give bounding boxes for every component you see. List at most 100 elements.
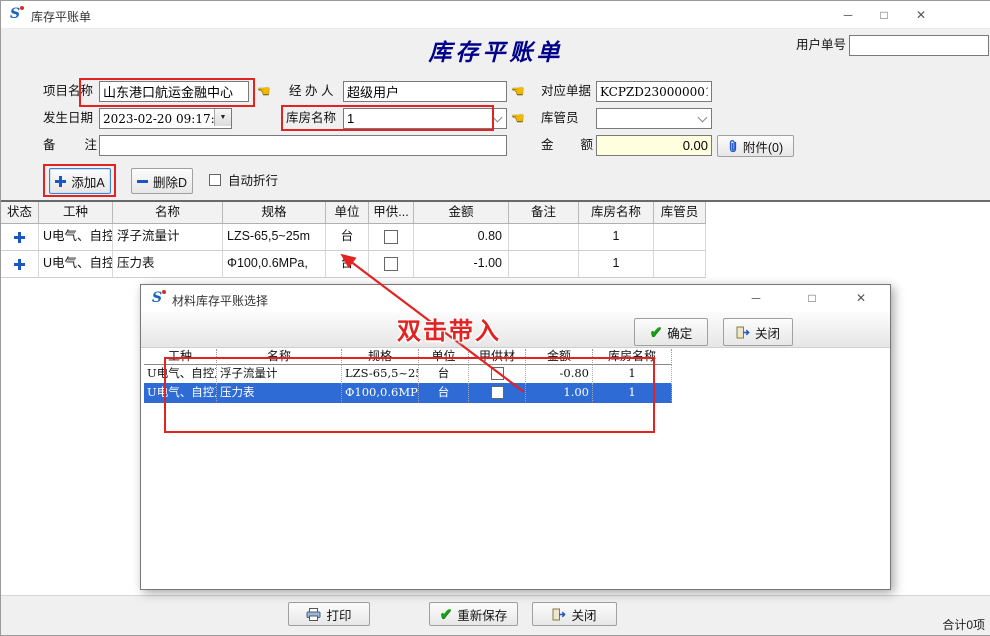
col-header-owner[interactable]: 甲供...: [369, 202, 414, 224]
plus-icon: [55, 176, 66, 187]
close-icon[interactable]: ✕: [906, 4, 936, 26]
dialog-col-header-owner[interactable]: 甲供材: [469, 349, 526, 365]
maximize-icon[interactable]: □: [869, 4, 899, 26]
dialog-row-cell[interactable]: -0.80: [526, 364, 593, 384]
dialog-owner-checkbox[interactable]: [469, 383, 526, 403]
table-row-cell[interactable]: [509, 224, 579, 251]
dialog-close-button[interactable]: 关闭: [723, 318, 793, 346]
dialog-col-header-spec[interactable]: 规格: [342, 349, 419, 365]
project-lookup-hand-icon[interactable]: ☚: [257, 83, 270, 101]
dialog-col-header-warehouse[interactable]: 库房名称: [593, 349, 672, 365]
dialog-row-cell[interactable]: 1.00: [526, 383, 593, 403]
date-picker[interactable]: ▼: [99, 108, 232, 129]
table-row-cell[interactable]: LZS-65,5~25m: [223, 224, 326, 251]
table-row-cell[interactable]: 1: [579, 251, 654, 278]
print-button-label: 打印: [326, 605, 351, 624]
table-row-cell[interactable]: U电气、自控: [39, 251, 113, 278]
amount-input[interactable]: [596, 135, 712, 156]
table-row-cell[interactable]: 浮子流量计: [113, 224, 223, 251]
dialog-row-cell[interactable]: Φ100,0.6MPa: [342, 383, 419, 403]
handler-label: 经 办 人: [289, 81, 333, 102]
main-table: 状态 工种 名称 规格 单位 甲供... 金额 备注 库房名称 库管员 U电气、…: [1, 202, 707, 278]
doc-input[interactable]: [596, 81, 712, 102]
dialog-row-cell[interactable]: 浮子流量计: [217, 364, 342, 384]
dialog-col-header-unit[interactable]: 单位: [419, 349, 469, 365]
col-header-warehouse[interactable]: 库房名称: [579, 202, 654, 224]
dialog-maximize-icon[interactable]: □: [797, 287, 827, 309]
table-row-cell[interactable]: 0.80: [414, 224, 509, 251]
handler-lookup-hand-icon[interactable]: ☚: [511, 83, 524, 101]
dialog-col-header-trade[interactable]: 工种: [144, 349, 217, 365]
table-row-cell[interactable]: 台: [326, 251, 369, 278]
date-input[interactable]: [99, 108, 232, 129]
dialog-row-cell[interactable]: U电气、自控及: [144, 383, 217, 403]
warehouse-input[interactable]: [343, 108, 507, 129]
dialog-row[interactable]: U电气、自控及 浮子流量计 LZS-65,5~25m: 台 -0.80 1: [144, 364, 672, 384]
remark-label: 备 注: [43, 135, 97, 156]
row-status-plus-icon: [1, 251, 39, 278]
close-button[interactable]: 关闭: [532, 602, 617, 626]
user-doc-label: 用户单号: [796, 35, 846, 56]
app-logo-icon: S: [10, 6, 20, 22]
print-button[interactable]: 打印: [288, 602, 370, 626]
dialog-row-cell[interactable]: U电气、自控及: [144, 364, 217, 384]
owner-checkbox[interactable]: [369, 224, 414, 251]
dialog-ok-label: 确定: [667, 323, 692, 342]
autowrap-checkbox[interactable]: [209, 174, 221, 186]
add-button[interactable]: 添加A: [49, 168, 111, 194]
col-header-remark[interactable]: 备注: [509, 202, 579, 224]
dialog-row-cell[interactable]: 台: [419, 364, 469, 384]
window-titlebar: S 库存平账单 ─ □ ✕: [1, 1, 990, 29]
project-input[interactable]: [99, 81, 249, 102]
table-row-cell[interactable]: 压力表: [113, 251, 223, 278]
minus-icon: [137, 176, 148, 187]
dialog-col-header-amount[interactable]: 金额: [526, 349, 593, 365]
autowrap-label: 自动折行: [228, 171, 278, 192]
row-status-plus-icon: [1, 224, 39, 251]
table-row-cell[interactable]: Φ100,0.6MPa,: [223, 251, 326, 278]
col-header-unit[interactable]: 单位: [326, 202, 369, 224]
table-row-cell[interactable]: [654, 251, 706, 278]
col-header-name[interactable]: 名称: [113, 202, 223, 224]
dialog-ok-button[interactable]: ✔ 确定: [634, 318, 708, 346]
table-row-cell[interactable]: 台: [326, 224, 369, 251]
col-header-amount[interactable]: 金额: [414, 202, 509, 224]
keeper-input[interactable]: [596, 108, 712, 129]
dialog-row-cell[interactable]: 1: [593, 364, 672, 384]
col-header-status[interactable]: 状态: [1, 202, 39, 224]
dialog-row-selected[interactable]: U电气、自控及 压力表 Φ100,0.6MPa 台 1.00 1: [144, 383, 672, 403]
table-row-cell[interactable]: 1: [579, 224, 654, 251]
owner-checkbox[interactable]: [369, 251, 414, 278]
table-row-cell[interactable]: [654, 224, 706, 251]
remark-input[interactable]: [99, 135, 507, 156]
table-row-cell[interactable]: -1.00: [414, 251, 509, 278]
keeper-combobox[interactable]: [596, 108, 712, 129]
dialog-row-cell[interactable]: 台: [419, 383, 469, 403]
dialog-row-cell[interactable]: LZS-65,5~25m:: [342, 364, 419, 384]
col-header-keeper[interactable]: 库管员: [654, 202, 706, 224]
table-row-cell[interactable]: [509, 251, 579, 278]
delete-button[interactable]: 删除D: [131, 168, 193, 194]
dialog-minimize-icon[interactable]: ─: [741, 287, 771, 309]
handler-input[interactable]: [343, 81, 507, 102]
table-row-cell[interactable]: U电气、自控: [39, 224, 113, 251]
exit-door-icon: [552, 608, 566, 621]
dialog-owner-checkbox[interactable]: [469, 364, 526, 384]
paperclip-icon: [728, 139, 738, 153]
check-icon: ✔: [440, 605, 453, 623]
dialog-col-header-name[interactable]: 名称: [217, 349, 342, 365]
col-header-spec[interactable]: 规格: [223, 202, 326, 224]
date-label: 发生日期: [43, 108, 93, 129]
minimize-icon[interactable]: ─: [833, 4, 863, 26]
dialog-row-cell[interactable]: 压力表: [217, 383, 342, 403]
resave-button[interactable]: ✔ 重新保存: [429, 602, 518, 626]
dialog-close-icon[interactable]: ✕: [846, 287, 876, 309]
amount-label: 金 额: [541, 135, 593, 156]
attachment-button[interactable]: 附件(0): [717, 135, 794, 157]
date-dropdown-icon[interactable]: ▼: [214, 109, 231, 126]
warehouse-lookup-hand-icon[interactable]: ☚: [511, 110, 524, 128]
col-header-trade[interactable]: 工种: [39, 202, 113, 224]
user-doc-input[interactable]: [849, 35, 989, 56]
warehouse-combobox[interactable]: [343, 108, 507, 129]
dialog-row-cell[interactable]: 1: [593, 383, 672, 403]
